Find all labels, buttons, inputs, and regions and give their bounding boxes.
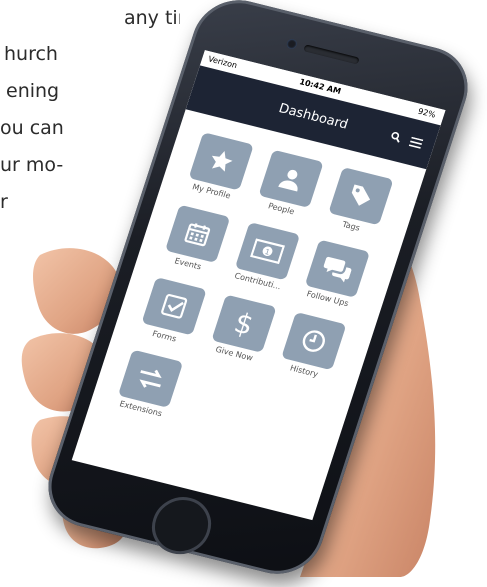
chat-icon xyxy=(323,256,352,283)
bg-line: ou can xyxy=(0,117,64,139)
tile-my-profile[interactable]: My Profile xyxy=(185,132,254,202)
star-icon xyxy=(211,151,233,172)
clock-icon xyxy=(302,330,325,352)
tile-history[interactable]: History xyxy=(277,311,347,382)
bg-line: ening xyxy=(6,80,60,102)
tile-extensions[interactable]: Extensions xyxy=(114,349,184,420)
arrows-icon xyxy=(139,369,162,388)
tile-people[interactable]: People xyxy=(255,149,324,220)
person-icon xyxy=(278,169,298,192)
tile-tags[interactable]: Tags xyxy=(325,167,394,237)
battery-level: 92% xyxy=(416,106,437,120)
tile-follow-ups[interactable]: Follow Ups xyxy=(301,239,371,309)
calendar-icon xyxy=(184,223,211,247)
bg-line: hurch xyxy=(4,43,58,65)
bg-line: any time xyxy=(124,7,180,29)
money-icon: 1 xyxy=(249,238,286,265)
svg-text:$: $ xyxy=(230,306,257,341)
tile-contributions[interactable]: 1 Contributi... xyxy=(231,222,301,292)
bg-line: r xyxy=(0,191,8,213)
tag-icon xyxy=(351,184,371,206)
tile-events[interactable]: Events xyxy=(161,204,231,275)
bg-line: ur mo- xyxy=(0,154,64,176)
tile-forms[interactable]: Forms xyxy=(138,277,207,347)
tile-give-now[interactable]: $ Give Now xyxy=(208,294,277,365)
checkbox-icon xyxy=(161,294,188,319)
dollar-icon: $ xyxy=(230,306,257,341)
